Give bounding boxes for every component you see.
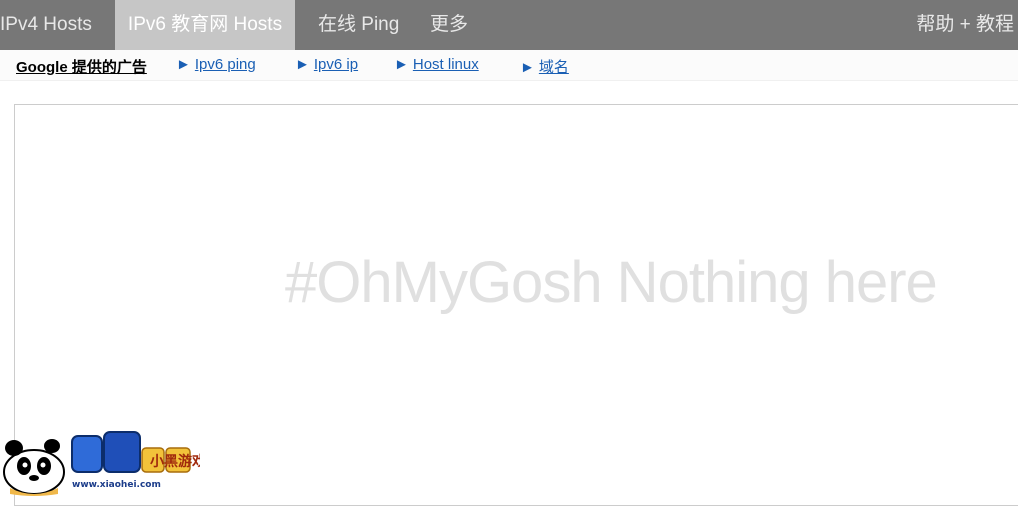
empty-state-message: #OhMyGosh Nothing here <box>285 250 938 315</box>
ad-link-label: Ipv6 ip <box>313 56 359 73</box>
play-arrow-icon: ► <box>176 56 191 73</box>
help-tutorial-link[interactable]: 帮助 + 教程 <box>916 0 1014 50</box>
site-watermark-logo: 小黑游戏 www.xiaohei.com <box>0 428 206 497</box>
play-arrow-icon: ► <box>394 56 409 73</box>
tab-ipv6-edu-hosts[interactable]: IPv6 教育网 Hosts <box>115 0 295 50</box>
ad-link-label: Host linux <box>412 56 479 73</box>
tab-online-ping[interactable]: 在线 Ping <box>318 0 399 50</box>
tab-more[interactable]: 更多 <box>430 0 468 50</box>
tab-ipv4-hosts[interactable]: IPv4 Hosts <box>0 0 100 50</box>
ad-link-label: 域名 <box>538 59 569 76</box>
ad-links-bar: Google 提供的广告 ► Ipv6 ping ► Ipv6 ip ► Host l… <box>0 50 1018 81</box>
ad-link-host-linux[interactable]: ► Host linux <box>394 56 479 73</box>
ad-link-ipv6-ip[interactable]: ► Ipv6 ip <box>295 56 358 73</box>
ad-link-ipv6-ping[interactable]: ► Ipv6 ping <box>176 56 256 73</box>
watermark-logo-text: 小黑游戏 <box>150 453 200 470</box>
watermark-url: www.xiaohei.com <box>72 480 161 490</box>
play-arrow-icon: ► <box>520 59 535 76</box>
play-arrow-icon: ► <box>295 56 310 73</box>
ads-by-google-label[interactable]: Google 提供的广告 <box>16 56 147 77</box>
top-navbar: IPv4 Hosts IPv6 教育网 Hosts 在线 Ping 更多 帮助 … <box>0 0 1018 50</box>
ad-link-domain[interactable]: ► 域名 <box>520 56 569 77</box>
ad-link-label: Ipv6 ping <box>194 56 256 73</box>
